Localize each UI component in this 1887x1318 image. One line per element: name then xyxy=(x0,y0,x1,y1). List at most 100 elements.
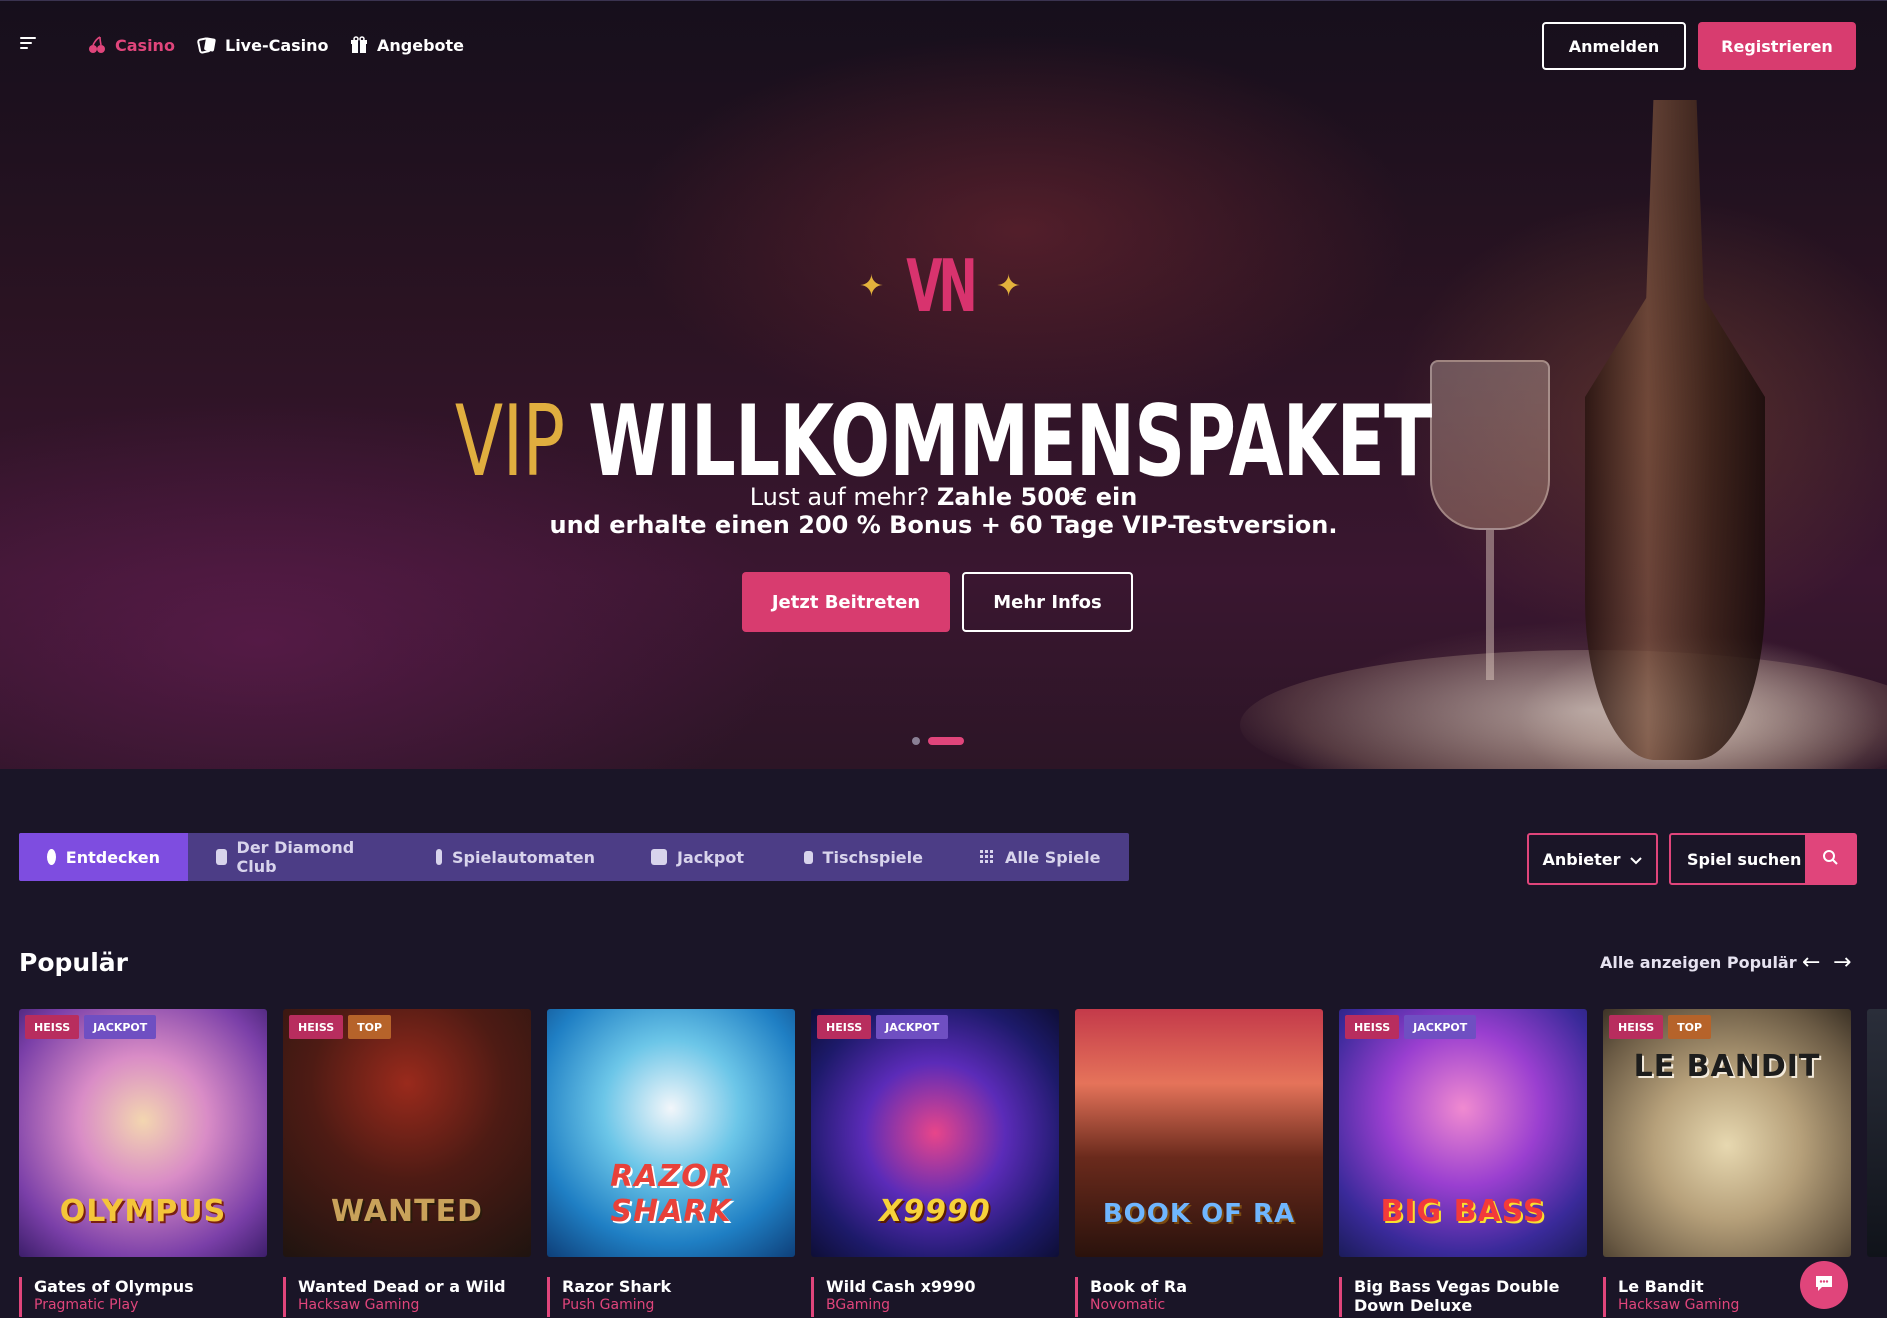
hero-title-gold: VIP xyxy=(455,385,565,499)
game-art-text: OLYMPUS xyxy=(59,1194,227,1229)
arrow-right-icon[interactable]: → xyxy=(1833,950,1851,975)
game-thumbnail[interactable]: WANTED HEISS TOP xyxy=(283,1009,531,1257)
hero-subtitle-line2: und erhalte einen 200 % Bonus + 60 Tage … xyxy=(549,511,1338,539)
chevron-down-icon xyxy=(1630,850,1643,869)
arrow-left-icon[interactable]: ← xyxy=(1802,950,1820,975)
nav-live-casino-label: Live-Casino xyxy=(225,35,329,55)
nav-offers-label: Angebote xyxy=(377,35,465,55)
chat-icon xyxy=(1814,1274,1834,1296)
game-provider: Hacksaw Gaming xyxy=(298,1297,420,1313)
star-icon: ✦ xyxy=(858,268,885,304)
join-now-button[interactable]: Jetzt Beitreten xyxy=(742,572,950,632)
nav-casino[interactable]: Casino xyxy=(87,33,175,57)
game-provider: Novomatic xyxy=(1090,1297,1166,1313)
game-tile[interactable]: WANTED HEISS TOP Wanted Dead or a Wild Hac… xyxy=(283,1009,531,1317)
tab-jackpot[interactable]: Jackpot xyxy=(623,833,776,881)
game-thumbnail[interactable]: BIG BASS HEISS JACKPOT xyxy=(1339,1009,1587,1257)
cherry-icon xyxy=(87,36,107,54)
game-provider: Pragmatic Play xyxy=(34,1297,139,1313)
game-tile[interactable]: RAZOR SHARK Razor Shark Push Gaming xyxy=(547,1009,795,1317)
game-tile[interactable]: OLYMPUS HEISS JACKPOT Gates of Olympus Pra… xyxy=(19,1009,267,1317)
game-name[interactable]: Gates of Olympus xyxy=(34,1277,194,1296)
coins-icon xyxy=(651,849,667,865)
more-info-button[interactable]: Mehr Infos xyxy=(962,572,1133,632)
game-provider: Push Gaming xyxy=(562,1297,655,1313)
game-tile[interactable]: BOOK OF RA Book of Ra Novomatic xyxy=(1075,1009,1323,1317)
game-tile[interactable]: X9990 HEISS JACKPOT Wild Cash x9990 BGamin… xyxy=(811,1009,1059,1317)
game-name[interactable]: Wanted Dead or a Wild xyxy=(298,1277,506,1296)
tab-label: Jackpot xyxy=(677,847,744,867)
gift-icon xyxy=(349,36,369,54)
hero-title: VIP WILLKOMMENSPAKET xyxy=(0,385,1887,499)
section-title-popular: Populär xyxy=(19,948,128,977)
compass-icon xyxy=(47,849,56,865)
search-icon xyxy=(1822,849,1838,869)
game-thumbnail[interactable]: OLYMPUS HEISS JACKPOT xyxy=(19,1009,267,1257)
nav-offers[interactable]: Angebote xyxy=(349,33,464,57)
popular-games-carousel: OLYMPUS HEISS JACKPOT Gates of Olympus Pra… xyxy=(19,1009,1887,1318)
game-thumbnail[interactable]: BOOK OF RA xyxy=(1075,1009,1323,1257)
game-provider: Hacksaw Gaming xyxy=(1618,1297,1740,1313)
hero-subtitle-plain: Lust auf mehr? xyxy=(749,483,930,511)
game-tile[interactable]: BIG BASS HEISS JACKPOT Big Bass Vegas Dou… xyxy=(1339,1009,1587,1317)
grid-icon xyxy=(979,849,995,865)
hero-subtitle: Lust auf mehr? Zahle 500€ ein und erhalt… xyxy=(0,483,1887,539)
provider-dropdown[interactable]: Anbieter xyxy=(1527,833,1658,885)
game-thumbnail[interactable]: RAZOR SHARK xyxy=(547,1009,795,1257)
game-art-text: LE BANDIT xyxy=(1633,1049,1821,1084)
hero-subtitle-bold: Zahle 500€ ein xyxy=(937,483,1138,511)
tab-diamond-club[interactable]: Der Diamond Club xyxy=(188,833,408,881)
card-icon xyxy=(216,849,227,865)
tab-entdecken[interactable]: Entdecken xyxy=(19,833,188,881)
see-all-popular-link[interactable]: Alle anzeigen Populär xyxy=(1600,953,1797,972)
slide-dot-active[interactable] xyxy=(928,737,964,745)
tab-label: Der Diamond Club xyxy=(236,838,355,876)
tab-alle-spiele[interactable]: Alle Spiele xyxy=(951,833,1129,881)
tab-label: Tischspiele xyxy=(822,847,923,867)
hero-title-main: WILLKOMMENSPAKET xyxy=(588,385,1432,499)
hero-glass-stem xyxy=(1486,530,1494,680)
slide-indicators xyxy=(912,737,964,745)
search-button[interactable] xyxy=(1805,835,1855,883)
tab-label: Entdecken xyxy=(65,847,160,867)
game-name[interactable]: Le Bandit xyxy=(1618,1277,1739,1296)
tab-tischspiele[interactable]: Tischspiele xyxy=(776,833,951,881)
cards-icon xyxy=(197,36,217,54)
nav-casino-label: Casino xyxy=(115,35,175,55)
tab-spielautomaten[interactable]: Spielautomaten xyxy=(408,833,623,881)
vn-logo: ✦ VN ✦ xyxy=(859,244,1021,328)
game-name[interactable]: Book of Ra xyxy=(1090,1277,1187,1296)
badge-jackpot: JACKPOT xyxy=(84,1015,157,1039)
hamburger-menu-icon[interactable] xyxy=(20,37,36,51)
login-button[interactable]: Anmelden xyxy=(1542,22,1686,70)
badge-hot: HEISS xyxy=(817,1015,872,1039)
game-name[interactable]: Razor Shark xyxy=(562,1277,671,1296)
hero-banner: ✦ VN ✦ VIP WILLKOMMENSPAKET Lust auf meh… xyxy=(0,0,1887,769)
nav-live-casino[interactable]: Live-Casino xyxy=(197,33,329,57)
badge-hot: HEISS xyxy=(1345,1015,1400,1039)
dice-icon xyxy=(804,850,813,864)
badge-top: TOP xyxy=(348,1015,392,1039)
badge-jackpot: JACKPOT xyxy=(1404,1015,1477,1039)
slide-dot[interactable] xyxy=(912,737,920,745)
provider-label: Anbieter xyxy=(1542,849,1621,869)
badge-top: TOP xyxy=(1668,1015,1712,1039)
logo-text: VN xyxy=(906,244,977,328)
search-input[interactable]: Spiel suchen xyxy=(1671,835,1805,883)
game-thumbnail[interactable] xyxy=(1867,1009,1887,1257)
game-thumbnail[interactable]: X9990 HEISS JACKPOT xyxy=(811,1009,1059,1257)
chat-button[interactable] xyxy=(1800,1261,1848,1309)
game-name[interactable]: Big Bass Vegas Double Down Deluxe xyxy=(1354,1277,1587,1315)
category-tabs: Entdecken Der Diamond Club Spielautomate… xyxy=(19,833,1129,881)
game-thumbnail[interactable]: LE BANDIT HEISS TOP xyxy=(1603,1009,1851,1257)
game-art-text: WANTED xyxy=(331,1194,483,1229)
badge-hot: HEISS xyxy=(1609,1015,1664,1039)
register-button[interactable]: Registrieren xyxy=(1698,22,1856,70)
game-name[interactable]: Wild Cash x9990 xyxy=(826,1277,976,1296)
badge-jackpot: JACKPOT xyxy=(876,1015,949,1039)
tab-label: Spielautomaten xyxy=(452,847,595,867)
star-icon: ✦ xyxy=(996,268,1022,304)
game-tile-partial[interactable] xyxy=(1867,1009,1887,1309)
game-search[interactable]: Spiel suchen xyxy=(1669,833,1857,885)
hero-sparkle-plate xyxy=(1240,650,1887,769)
